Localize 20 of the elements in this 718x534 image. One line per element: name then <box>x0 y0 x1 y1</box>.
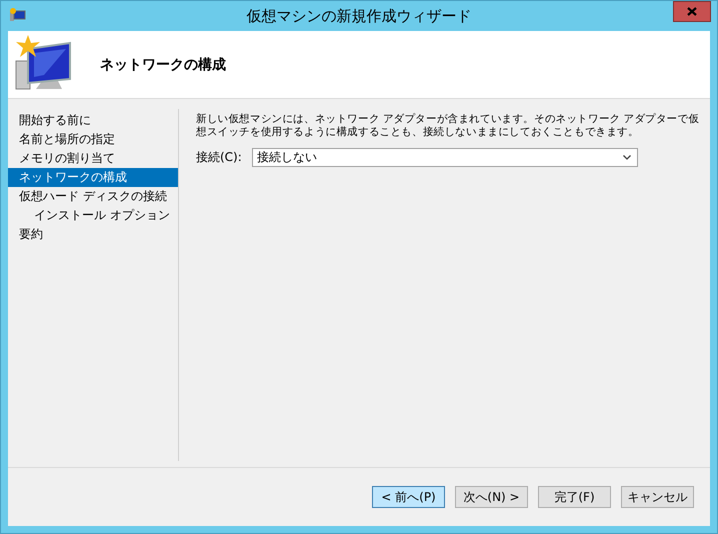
page-title: ネットワークの構成 <box>100 56 226 74</box>
wizard-button[interactable]: 完了(F) <box>538 486 611 508</box>
connection-dropdown[interactable]: 接続しない <box>252 148 638 167</box>
wizard-button[interactable]: < 前へ(P) <box>372 486 445 508</box>
close-icon <box>687 7 697 16</box>
wizard-button[interactable]: 次へ(N) > <box>455 486 528 508</box>
wizard-step[interactable]: 名前と場所の指定 <box>8 130 178 149</box>
wizard-button[interactable]: キャンセル <box>621 486 694 508</box>
wizard-step[interactable]: 開始する前に <box>8 111 178 130</box>
app-icon <box>10 8 26 22</box>
wizard-step[interactable]: 要約 <box>8 225 178 244</box>
wizard-step[interactable]: メモリの割り当て <box>8 149 178 168</box>
close-button[interactable] <box>673 1 711 22</box>
description: 新しい仮想マシンには、ネットワーク アダプターが含まれています。そのネットワーク アダプターで仮想スイッチを使用するように構成することも、接続しないままにしておくこともできます。 <box>196 113 700 139</box>
chevron-icon <box>623 155 631 160</box>
field-label: 接続(C): <box>196 149 243 166</box>
wizard-step[interactable]: インストール オプション <box>8 206 178 225</box>
window-title: 仮想マシンの新規作成ウィザード <box>246 6 472 26</box>
wizard-step[interactable]: 仮想ハード ディスクの接続 <box>8 187 178 206</box>
wizard-step[interactable]: ネットワークの構成 <box>8 168 178 187</box>
